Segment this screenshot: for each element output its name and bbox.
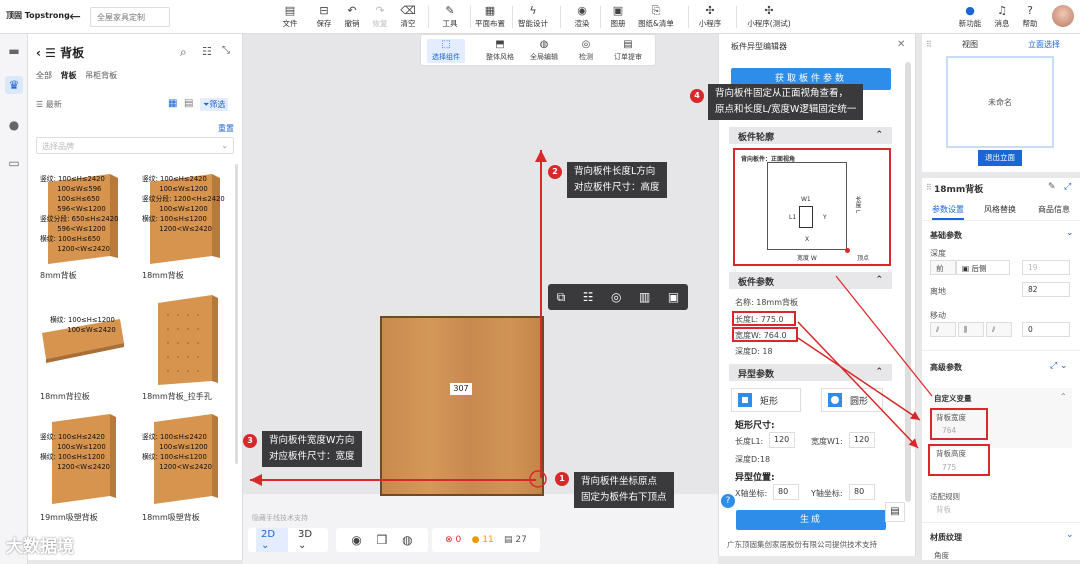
callout-view: 背向板件固定从正面视角查看， 原点和长度L/宽度W逻辑固定统一 xyxy=(708,84,864,120)
watermark: 大数据境 xyxy=(6,537,74,557)
length-link-arrow xyxy=(797,321,919,449)
callout-origin: 背向板件坐标原点 固定为板件右下顶点 xyxy=(574,472,674,508)
callout-number-1: 1 xyxy=(555,472,569,486)
annotation-overlay xyxy=(250,150,933,488)
callout-number-2: 2 xyxy=(548,165,562,179)
width-link-arrow xyxy=(797,337,921,421)
callout-number-3: 3 xyxy=(243,434,257,448)
callout-number-4: 4 xyxy=(690,89,704,103)
callout-width: 背向板件宽度W方向 对应板件尺寸：宽度 xyxy=(262,431,362,467)
callout-length: 背向板件长度L方向 对应板件尺寸：高度 xyxy=(567,162,667,198)
